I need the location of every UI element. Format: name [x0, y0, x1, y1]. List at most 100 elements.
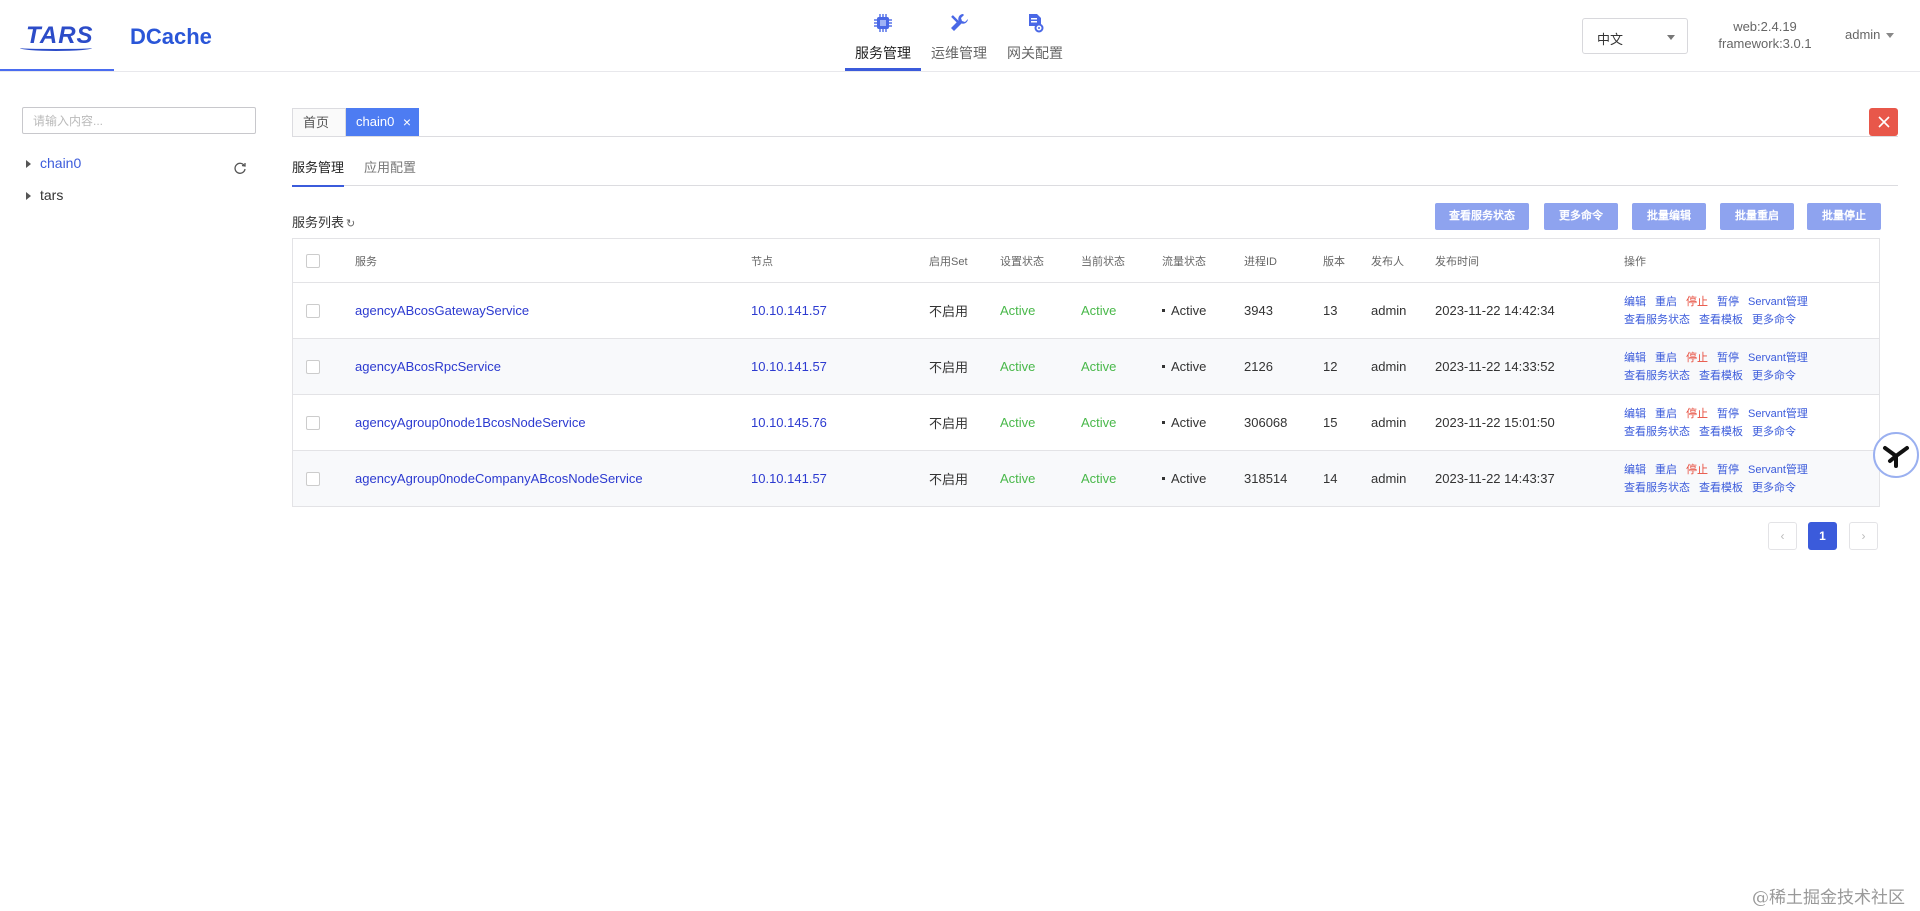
row-operations: 编辑 重启 停止 暂停 Servant管理 查看服务状态 查看模板 更多命令 [1624, 451, 1817, 506]
tab-app-config[interactable]: 应用配置 [364, 157, 416, 185]
batch-edit-button[interactable]: 批量编辑 [1632, 203, 1706, 230]
servant-manage-link[interactable]: Servant管理 [1748, 296, 1808, 308]
view-template-link[interactable]: 查看模板 [1699, 426, 1743, 438]
edit-link[interactable]: 编辑 [1624, 352, 1646, 364]
search-input[interactable] [22, 107, 256, 134]
view-status-link[interactable]: 查看服务状态 [1624, 426, 1690, 438]
flow-state-cell: Active [1162, 283, 1206, 338]
select-all-checkbox-cell [306, 239, 320, 282]
close-icon[interactable]: × [403, 108, 411, 136]
restart-link[interactable]: 重启 [1655, 352, 1677, 364]
nav-label: 服务管理 [855, 45, 911, 61]
batch-stop-button[interactable]: 批量停止 [1807, 203, 1881, 230]
tab-chain0[interactable]: chain0 × [346, 108, 419, 136]
more-commands-link[interactable]: 更多命令 [1752, 426, 1796, 438]
next-page-button[interactable]: › [1849, 522, 1878, 550]
watermark-text: @稀土掘金技术社区 [1752, 888, 1905, 908]
view-status-link[interactable]: 查看服务状态 [1624, 314, 1690, 326]
tars-logo[interactable]: TARS [0, 0, 114, 71]
pause-link[interactable]: 暂停 [1717, 352, 1739, 364]
refresh-icon[interactable] [233, 161, 247, 175]
dcache-logo[interactable]: DCache [130, 24, 212, 50]
nav-service-management[interactable]: 服务管理 [845, 0, 921, 71]
stop-link[interactable]: 停止 [1686, 464, 1708, 476]
view-service-status-button[interactable]: 查看服务状态 [1435, 203, 1529, 230]
more-commands-button[interactable]: 更多命令 [1544, 203, 1618, 230]
view-template-link[interactable]: 查看模板 [1699, 370, 1743, 382]
user-menu[interactable]: admin [1845, 27, 1895, 42]
service-link[interactable]: agencyAgroup0nodeCompanyABcosNodeService [355, 451, 643, 506]
view-template-link[interactable]: 查看模板 [1699, 482, 1743, 494]
tab-service-management[interactable]: 服务管理 [292, 157, 345, 187]
restart-link[interactable]: 重启 [1655, 464, 1677, 476]
pid-value: 3943 [1244, 303, 1273, 318]
tab-home[interactable]: 首页 [292, 108, 346, 136]
stop-link[interactable]: 停止 [1686, 296, 1708, 308]
node-link[interactable]: 10.10.141.57 [751, 283, 827, 338]
row-checkbox[interactable] [306, 359, 320, 374]
sub-tabs: 服务管理 应用配置 [292, 154, 1898, 187]
edit-link[interactable]: 编辑 [1624, 464, 1646, 476]
ops-line-1: 编辑 重启 停止 暂停 Servant管理 [1624, 461, 1817, 479]
caret-right-icon[interactable] [26, 160, 31, 169]
node-link[interactable]: 10.10.141.57 [751, 339, 827, 394]
row-checkbox[interactable] [306, 303, 320, 318]
more-commands-link[interactable]: 更多命令 [1752, 314, 1796, 326]
batch-restart-button[interactable]: 批量重启 [1720, 203, 1794, 230]
pause-link[interactable]: 暂停 [1717, 408, 1739, 420]
nav-label: 网关配置 [1007, 45, 1063, 61]
row-checkbox[interactable] [306, 471, 320, 486]
nav-gateway-config[interactable]: 网关配置 [997, 0, 1073, 71]
floating-assistant-button[interactable] [1873, 432, 1919, 478]
nav-ops-management[interactable]: 运维管理 [921, 0, 997, 71]
service-link[interactable]: agencyABcosRpcService [355, 339, 501, 394]
version-value: 12 [1323, 359, 1338, 374]
more-commands-link[interactable]: 更多命令 [1752, 370, 1796, 382]
flow-state-value: Active [1171, 359, 1207, 374]
stop-link[interactable]: 停止 [1686, 408, 1708, 420]
col-operations: 操作 [1624, 255, 1646, 268]
restart-link[interactable]: 重启 [1655, 408, 1677, 420]
tree-item-label: tars [40, 187, 64, 203]
nav-label: 运维管理 [931, 45, 987, 61]
prev-page-button[interactable]: ‹ [1768, 522, 1797, 550]
stop-link[interactable]: 停止 [1686, 352, 1708, 364]
edit-link[interactable]: 编辑 [1624, 296, 1646, 308]
row-checkbox[interactable] [306, 415, 320, 430]
caret-right-icon[interactable] [26, 192, 31, 201]
restart-link[interactable]: 重启 [1655, 296, 1677, 308]
ops-line-1: 编辑 重启 停止 暂停 Servant管理 [1624, 349, 1817, 367]
edit-link[interactable]: 编辑 [1624, 408, 1646, 420]
close-all-tabs-button[interactable] [1869, 108, 1898, 136]
service-link[interactable]: agencyABcosGatewayService [355, 283, 529, 338]
list-title-text: 服务列表 [292, 215, 345, 230]
refresh-icon[interactable]: ↻ [346, 218, 355, 230]
tree-item-tars[interactable]: tars [26, 185, 81, 217]
more-commands-link[interactable]: 更多命令 [1752, 482, 1796, 494]
pause-link[interactable]: 暂停 [1717, 296, 1739, 308]
view-status-link[interactable]: 查看服务状态 [1624, 482, 1690, 494]
servant-manage-link[interactable]: Servant管理 [1748, 464, 1808, 476]
tree-item-chain0[interactable]: chain0 [26, 153, 81, 185]
pause-link[interactable]: 暂停 [1717, 464, 1739, 476]
gateway-config-icon [1029, 14, 1044, 33]
view-template-link[interactable]: 查看模板 [1699, 314, 1743, 326]
publisher-value: admin [1371, 359, 1407, 374]
servant-manage-link[interactable]: Servant管理 [1748, 352, 1808, 364]
node-link[interactable]: 10.10.145.76 [751, 395, 827, 450]
service-tree: chain0 tars [26, 153, 81, 217]
version-value: 13 [1323, 303, 1338, 318]
select-all-checkbox[interactable] [306, 253, 320, 268]
enable-set-value: 不启用 [929, 416, 969, 431]
publish-time-value: 2023-11-22 15:01:50 [1435, 415, 1555, 430]
node-link[interactable]: 10.10.141.57 [751, 451, 827, 506]
service-link[interactable]: agencyAgroup0node1BcosNodeService [355, 395, 586, 450]
page-number-button[interactable]: 1 [1808, 522, 1837, 550]
top-nav: 服务管理 运维管理 网关配置 [845, 0, 1073, 71]
language-select[interactable]: 中文 [1582, 18, 1688, 54]
page-tabs: 首页 chain0 × [292, 108, 1898, 137]
close-icon [1877, 116, 1890, 128]
servant-manage-link[interactable]: Servant管理 [1748, 408, 1808, 420]
publish-time-value: 2023-11-22 14:42:34 [1435, 303, 1555, 318]
view-status-link[interactable]: 查看服务状态 [1624, 370, 1690, 382]
